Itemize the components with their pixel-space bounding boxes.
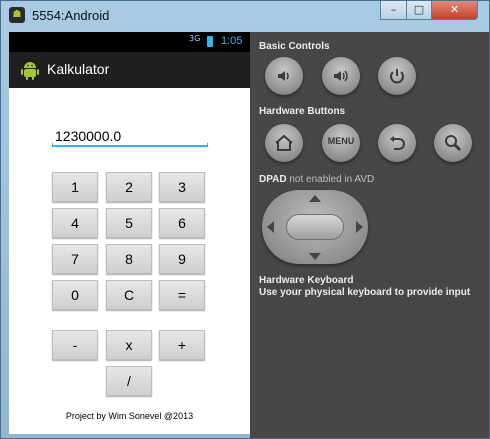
key-5[interactable]: 5 <box>106 208 152 238</box>
emulator-window: ☗ 5554:Android – □ ✕ 3G 1:05 Kalkulator … <box>0 0 490 439</box>
key-plus[interactable]: + <box>159 330 205 360</box>
hardware-keyboard-text: Use your physical keyboard to provide in… <box>259 287 471 298</box>
status-bar: 3G 1:05 <box>9 32 250 52</box>
power-button[interactable] <box>378 57 416 95</box>
device-screen: 3G 1:05 Kalkulator 1230000.0 1 2 3 4 5 6 <box>9 32 250 434</box>
calculator-content: 1230000.0 1 2 3 4 5 6 7 8 9 0 C = - x + … <box>9 88 250 434</box>
app-title: Kalkulator <box>47 61 110 77</box>
menu-button[interactable]: MENU <box>322 124 360 162</box>
hardware-keyboard-info: Hardware Keyboard Use your physical keyb… <box>259 275 470 299</box>
hardware-keyboard-title: Hardware Keyboard <box>259 275 354 286</box>
action-bar: Kalkulator <box>9 52 250 88</box>
basic-controls-title: Basic Controls <box>259 41 330 52</box>
home-icon <box>275 134 293 151</box>
key-equals[interactable]: = <box>159 280 205 310</box>
maximize-button[interactable]: □ <box>406 1 432 20</box>
home-button[interactable] <box>265 124 303 162</box>
key-3[interactable]: 3 <box>159 172 205 202</box>
dpad-right-icon[interactable] <box>356 221 363 233</box>
back-icon <box>390 136 405 150</box>
power-icon <box>390 69 404 84</box>
key-divide[interactable]: / <box>106 366 152 396</box>
close-icon: ✕ <box>449 3 460 16</box>
volume-up-icon <box>334 70 348 82</box>
dpad-center-button[interactable] <box>286 214 344 240</box>
android-robot-icon <box>21 62 39 80</box>
maximize-icon: □ <box>413 3 425 16</box>
key-9[interactable]: 9 <box>159 244 205 274</box>
search-button[interactable] <box>434 124 472 162</box>
android-app-icon: ☗ <box>9 7 25 23</box>
dpad-down-icon[interactable] <box>309 253 321 260</box>
hardware-buttons-title: Hardware Buttons <box>259 106 346 117</box>
back-button[interactable] <box>378 124 416 162</box>
dpad-control[interactable] <box>262 190 368 264</box>
dpad-up-icon[interactable] <box>309 195 321 202</box>
key-2[interactable]: 2 <box>106 172 152 202</box>
key-multiply[interactable]: x <box>106 330 152 360</box>
dpad-label: DPAD <box>259 174 287 185</box>
minimize-icon: – <box>390 3 397 16</box>
key-0[interactable]: 0 <box>52 280 98 310</box>
key-8[interactable]: 8 <box>106 244 152 274</box>
dpad-title: DPAD not enabled in AVD <box>259 174 374 185</box>
signal-icon: 3G <box>189 34 201 43</box>
close-button[interactable]: ✕ <box>431 1 478 20</box>
dpad-note: not enabled in AVD <box>289 174 375 185</box>
volume-down-icon <box>278 71 289 81</box>
status-time: 1:05 <box>221 35 243 47</box>
key-7[interactable]: 7 <box>52 244 98 274</box>
key-minus[interactable]: - <box>52 330 98 360</box>
battery-icon <box>207 36 213 47</box>
key-6[interactable]: 6 <box>159 208 205 238</box>
emulator-controls-panel: Basic Controls Hardware Buttons MENU DPA… <box>250 32 489 438</box>
key-1[interactable]: 1 <box>52 172 98 202</box>
minimize-button[interactable]: – <box>380 1 407 20</box>
search-icon <box>445 135 462 152</box>
dpad-left-icon[interactable] <box>267 221 274 233</box>
key-clear[interactable]: C <box>106 280 152 310</box>
title-bar[interactable]: ☗ 5554:Android – □ ✕ <box>1 1 489 31</box>
volume-up-button[interactable] <box>322 57 360 95</box>
menu-label: MENU <box>327 136 355 146</box>
footer-credit: Project by Wim Sonevel @2013 <box>65 411 194 421</box>
key-4[interactable]: 4 <box>52 208 98 238</box>
window-title: 5554:Android <box>32 8 110 23</box>
volume-down-button[interactable] <box>265 57 303 95</box>
calculator-display-input[interactable]: 1230000.0 <box>52 127 208 147</box>
